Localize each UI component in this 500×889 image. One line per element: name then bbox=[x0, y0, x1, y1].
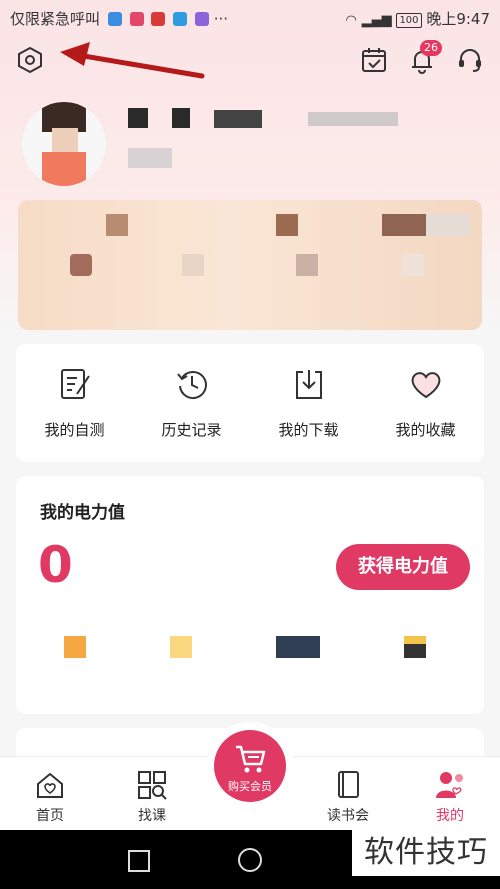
notification-badge: 26 bbox=[420, 40, 442, 56]
banner-pixel bbox=[106, 214, 128, 236]
app-notification-icon bbox=[107, 12, 122, 26]
quick-action-self-test[interactable]: 我的自测 bbox=[16, 344, 133, 462]
cart-icon bbox=[236, 745, 266, 773]
quick-actions-card: 我的自测 历史记录 我的下载 我的收藏 bbox=[16, 344, 484, 462]
app-notification-icon bbox=[151, 12, 166, 26]
status-time: 晚上9:47 bbox=[426, 10, 490, 28]
avatar[interactable] bbox=[22, 102, 106, 186]
buy-membership-button[interactable]: 购买会员 bbox=[206, 722, 294, 810]
user-info-redacted bbox=[128, 108, 408, 130]
app-notification-icon bbox=[129, 12, 144, 26]
heart-icon bbox=[411, 372, 441, 399]
calendar-button[interactable] bbox=[358, 44, 390, 76]
status-left: 仅限紧急呼叫 ··· bbox=[10, 8, 228, 29]
quick-action-favorites[interactable]: 我的收藏 bbox=[367, 344, 484, 462]
download-icon bbox=[296, 370, 322, 399]
redacted-block bbox=[214, 110, 262, 128]
redacted-block bbox=[128, 108, 148, 128]
home-nav-icon[interactable] bbox=[238, 848, 262, 872]
tab-label: 读书会 bbox=[327, 808, 369, 824]
wifi-icon: ◠ bbox=[345, 13, 357, 28]
more-notifications: ··· bbox=[213, 10, 229, 28]
find-course-icon bbox=[138, 771, 167, 800]
tab-label-active: 我的 bbox=[436, 808, 464, 824]
tab-profile[interactable]: 我的 bbox=[400, 757, 500, 831]
watermark: 软件技巧 bbox=[352, 830, 500, 876]
banner-pixel bbox=[182, 254, 204, 276]
quick-action-download[interactable]: 我的下载 bbox=[250, 344, 367, 462]
support-button[interactable] bbox=[454, 44, 486, 76]
quick-action-history[interactable]: 历史记录 bbox=[133, 344, 250, 462]
recents-icon[interactable] bbox=[128, 850, 150, 872]
power-value: 0 bbox=[38, 536, 73, 594]
redacted-block bbox=[308, 112, 398, 126]
quick-action-label: 历史记录 bbox=[161, 421, 222, 439]
app-notification-icon bbox=[173, 12, 188, 26]
status-right: ◠ ▂▄▆ 100 晚上9:47 bbox=[346, 8, 490, 29]
quick-action-label: 我的收藏 bbox=[395, 421, 456, 439]
signal-icon: ▂▄▆ bbox=[361, 13, 392, 28]
membership-banner[interactable] bbox=[18, 200, 482, 330]
app-notification-icon bbox=[194, 12, 209, 26]
status-bar: 仅限紧急呼叫 ··· ◠ ▂▄▆ 100 晚上9:47 bbox=[0, 0, 500, 34]
tab-home[interactable]: 首页 bbox=[0, 757, 100, 831]
banner-heart-icon bbox=[70, 254, 92, 276]
banner-pixel bbox=[276, 214, 298, 236]
reward-icon[interactable] bbox=[170, 636, 192, 658]
home-icon bbox=[37, 772, 63, 798]
user-tag-redacted bbox=[128, 148, 172, 168]
annotation-arrow bbox=[60, 42, 205, 79]
power-card: 我的电力值 0 获得电力值 bbox=[16, 476, 484, 714]
avatar-face bbox=[52, 128, 78, 152]
banner-pixel bbox=[402, 254, 424, 276]
buy-membership-label: 购买会员 bbox=[228, 780, 272, 793]
buy-membership-circle: 购买会员 bbox=[214, 730, 286, 802]
profile-icon bbox=[436, 772, 463, 798]
hexagon-settings-icon bbox=[18, 46, 42, 74]
book-icon bbox=[338, 771, 359, 798]
reward-icon[interactable] bbox=[64, 636, 86, 658]
history-icon bbox=[177, 371, 207, 399]
calendar-check-icon bbox=[362, 48, 386, 72]
self-test-icon bbox=[61, 369, 90, 399]
redacted-block bbox=[172, 108, 190, 128]
banner-pixel bbox=[426, 214, 470, 236]
tab-reading-club[interactable]: 读书会 bbox=[298, 757, 398, 831]
banner-pixel bbox=[296, 254, 318, 276]
quick-action-label: 我的自测 bbox=[44, 421, 105, 439]
tab-label: 首页 bbox=[36, 808, 64, 824]
reward-icon[interactable] bbox=[404, 636, 426, 658]
banner-pixel bbox=[382, 214, 426, 236]
carrier-text: 仅限紧急呼叫 bbox=[10, 10, 101, 28]
tab-find-course[interactable]: 找课 bbox=[102, 757, 202, 831]
settings-button[interactable] bbox=[14, 44, 46, 76]
get-power-button[interactable]: 获得电力值 bbox=[336, 544, 470, 590]
battery-icon: 100 bbox=[396, 13, 422, 28]
headset-icon bbox=[459, 49, 481, 72]
quick-action-label: 我的下载 bbox=[278, 421, 339, 439]
tab-label: 找课 bbox=[138, 808, 166, 824]
reward-icon[interactable] bbox=[276, 636, 320, 658]
avatar-body bbox=[42, 152, 86, 186]
power-title: 我的电力值 bbox=[40, 503, 125, 523]
